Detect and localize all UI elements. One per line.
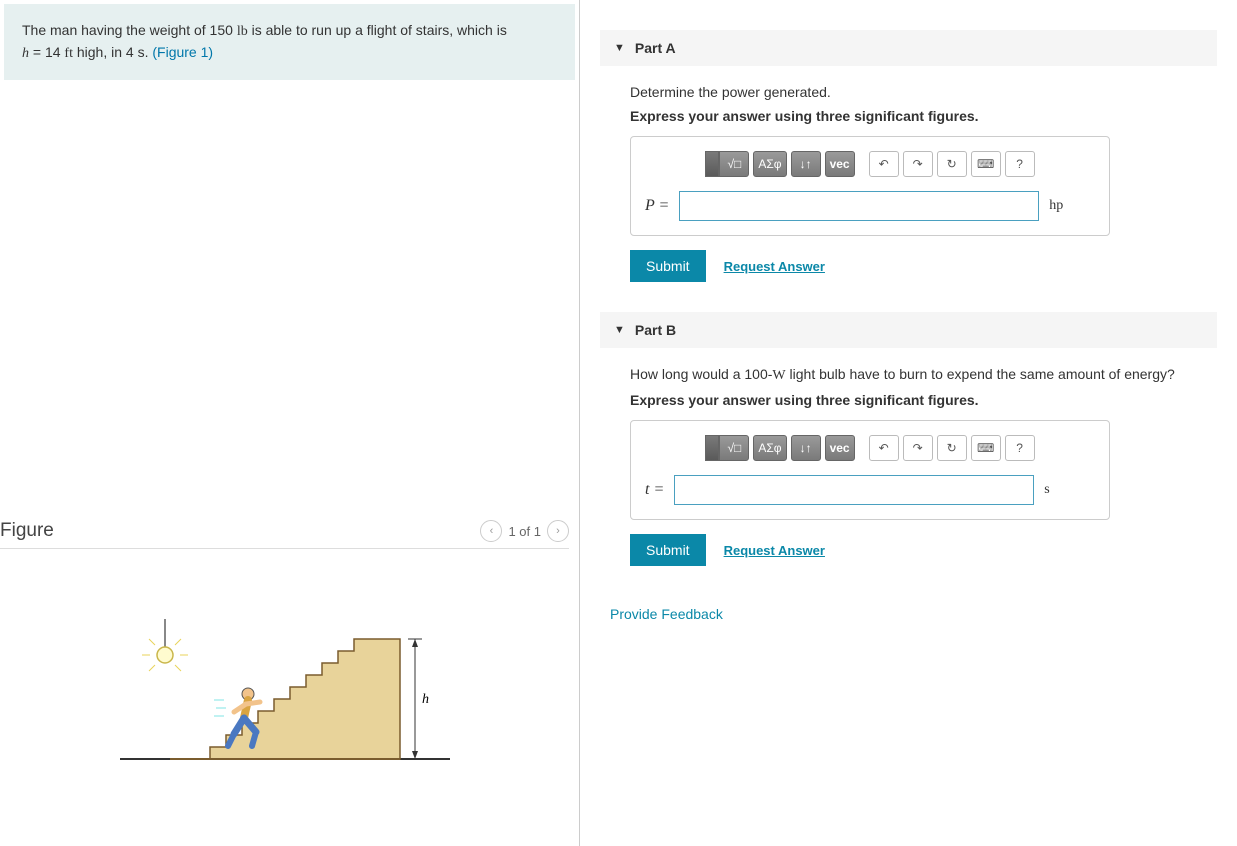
- problem-statement: The man having the weight of 150 lb is a…: [4, 4, 575, 80]
- part-a-title: Part A: [635, 40, 676, 56]
- unit-ft: ft: [64, 46, 73, 61]
- sqrt-button[interactable]: √□: [719, 435, 749, 461]
- part-a-input[interactable]: [679, 191, 1039, 221]
- dim-label-h: h: [422, 692, 429, 707]
- greek-button[interactable]: ΑΣφ: [753, 151, 786, 177]
- var-h: h: [22, 46, 29, 61]
- vec-button[interactable]: vec: [825, 151, 855, 177]
- figure-prev-button[interactable]: ‹: [480, 520, 502, 542]
- redo-button[interactable]: ↷: [903, 151, 933, 177]
- problem-text-3: high, in 4 s.: [73, 44, 152, 60]
- h-eq: = 14: [29, 44, 64, 60]
- part-a-submit-button[interactable]: Submit: [630, 250, 706, 282]
- reset-button[interactable]: ↻: [937, 435, 967, 461]
- caret-down-icon: ▼: [614, 324, 625, 336]
- figure-image: h: [0, 579, 579, 782]
- subscript-button[interactable]: ↓↑: [791, 435, 821, 461]
- sqrt-button[interactable]: √□: [719, 151, 749, 177]
- undo-button[interactable]: ↶: [869, 151, 899, 177]
- vec-button[interactable]: vec: [825, 435, 855, 461]
- part-b-title: Part B: [635, 322, 676, 338]
- undo-button[interactable]: ↶: [869, 435, 899, 461]
- part-b-unit: s: [1044, 482, 1049, 498]
- part-a-answer-box: √□ ΑΣφ ↓↑ vec ↶ ↷ ↻ ⌨ ? P = hp: [630, 136, 1110, 236]
- part-a-toolbar: √□ ΑΣφ ↓↑ vec ↶ ↷ ↻ ⌨ ?: [645, 151, 1095, 177]
- part-a-variable: P =: [645, 197, 669, 215]
- part-b-prompt: How long would a 100-W light bulb have t…: [630, 366, 1203, 384]
- part-a-instruction: Express your answer using three signific…: [630, 108, 1203, 124]
- problem-text-1: The man having the weight of 150: [22, 22, 237, 38]
- part-b-input[interactable]: [674, 475, 1034, 505]
- part-b-request-answer[interactable]: Request Answer: [724, 543, 825, 558]
- greek-button[interactable]: ΑΣφ: [753, 435, 786, 461]
- part-a-prompt: Determine the power generated.: [630, 84, 1203, 100]
- provide-feedback-link[interactable]: Provide Feedback: [610, 606, 723, 622]
- part-b-instruction: Express your answer using three signific…: [630, 392, 1203, 408]
- subscript-button[interactable]: ↓↑: [791, 151, 821, 177]
- part-b-submit-button[interactable]: Submit: [630, 534, 706, 566]
- figure-title: Figure: [0, 520, 54, 542]
- keyboard-button[interactable]: ⌨: [971, 151, 1001, 177]
- part-a-body: Determine the power generated. Express y…: [600, 66, 1217, 292]
- part-a-unit: hp: [1049, 198, 1063, 214]
- problem-text-2: is able to run up a flight of stairs, wh…: [248, 22, 507, 38]
- part-b-body: How long would a 100-W light bulb have t…: [600, 348, 1217, 576]
- caret-down-icon: ▼: [614, 42, 625, 54]
- part-a-request-answer[interactable]: Request Answer: [724, 259, 825, 274]
- part-b-toolbar: √□ ΑΣφ ↓↑ vec ↶ ↷ ↻ ⌨ ?: [645, 435, 1095, 461]
- templates-icon[interactable]: [705, 435, 719, 461]
- part-b-prompt-after: light bulb have to burn to expend the sa…: [786, 366, 1175, 382]
- help-button[interactable]: ?: [1005, 151, 1035, 177]
- part-b-header[interactable]: ▼ Part B: [600, 312, 1217, 348]
- part-b-variable: t =: [645, 481, 664, 499]
- keyboard-button[interactable]: ⌨: [971, 435, 1001, 461]
- part-a-header[interactable]: ▼ Part A: [600, 30, 1217, 66]
- help-button[interactable]: ?: [1005, 435, 1035, 461]
- unit-lb: lb: [237, 24, 248, 39]
- unit-watt: W: [772, 368, 785, 383]
- figure-link[interactable]: (Figure 1): [152, 44, 213, 60]
- part-b-answer-box: √□ ΑΣφ ↓↑ vec ↶ ↷ ↻ ⌨ ? t = s: [630, 420, 1110, 520]
- redo-button[interactable]: ↷: [903, 435, 933, 461]
- figure-header: Figure ‹ 1 of 1 ›: [0, 520, 569, 549]
- templates-icon[interactable]: [705, 151, 719, 177]
- reset-button[interactable]: ↻: [937, 151, 967, 177]
- figure-next-button[interactable]: ›: [547, 520, 569, 542]
- figure-counter: 1 of 1: [508, 524, 541, 539]
- part-b-prompt-before: How long would a 100-: [630, 366, 772, 382]
